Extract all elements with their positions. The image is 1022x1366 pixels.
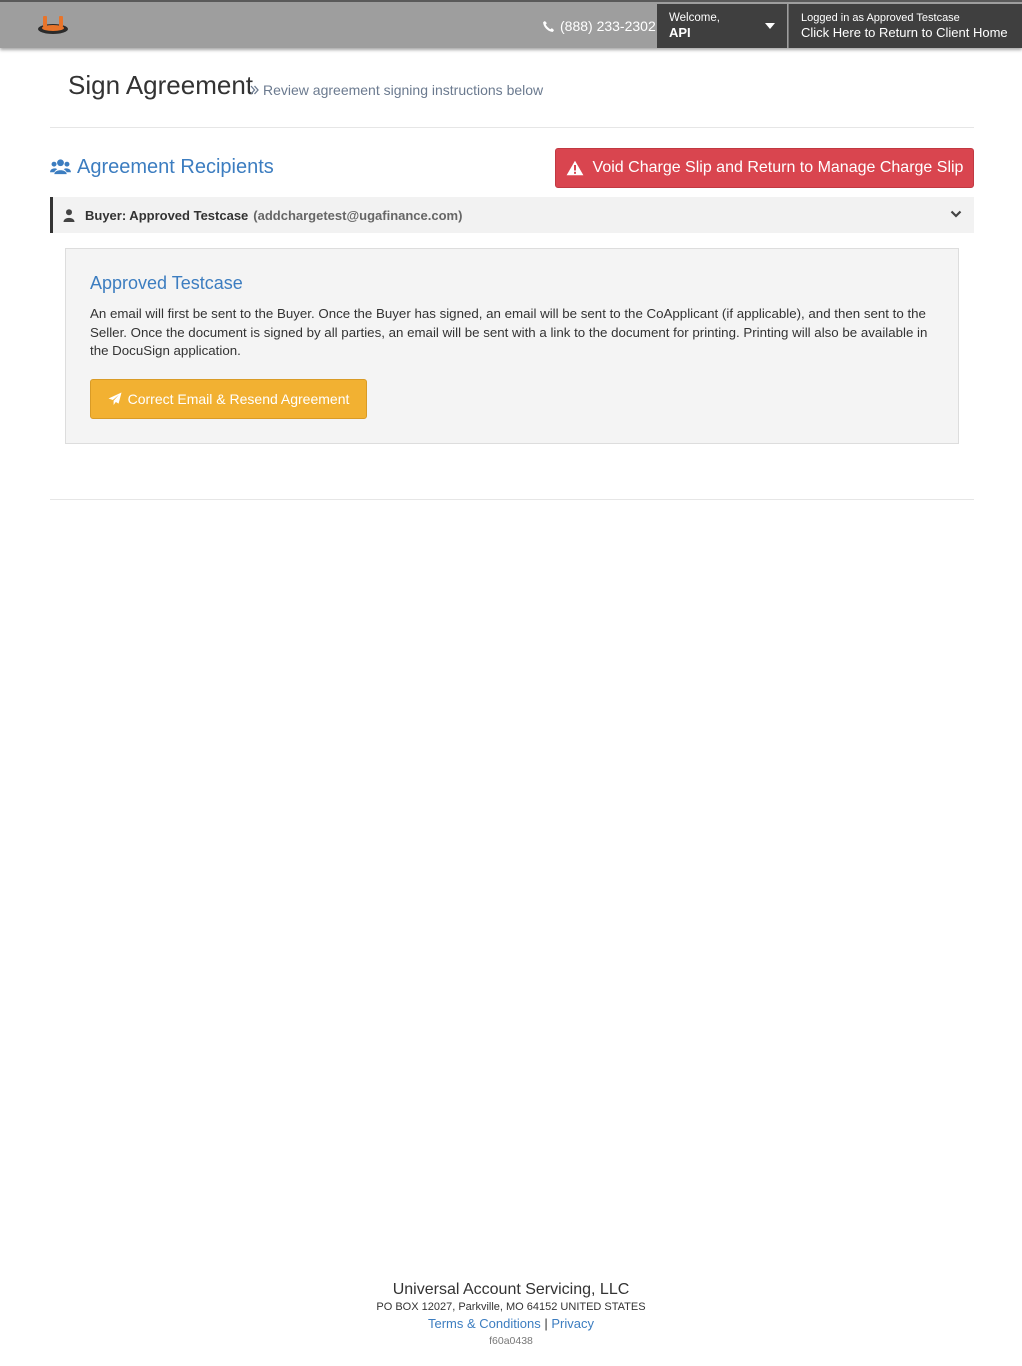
top-navbar: (888) 233-2302 Welcome, API Logged in as… (0, 0, 1022, 48)
recipient-detail-panel: Approved Testcase An email will first be… (65, 248, 959, 444)
correct-email-resend-button[interactable]: Correct Email & Resend Agreement (90, 379, 367, 419)
phone-icon (543, 20, 555, 32)
double-chevron-right-icon (250, 85, 259, 95)
void-charge-slip-button[interactable]: Void Charge Slip and Return to Manage Ch… (555, 148, 974, 188)
paper-plane-icon (108, 392, 122, 405)
recipient-name-heading: Approved Testcase (90, 273, 243, 293)
correct-email-resend-label: Correct Email & Resend Agreement (127, 391, 350, 407)
terms-conditions-link[interactable]: Terms & Conditions (428, 1316, 541, 1331)
void-charge-slip-label: Void Charge Slip and Return to Manage Ch… (592, 159, 964, 176)
footer-address: PO BOX 12027, Parkville, MO 64152 UNITED… (376, 1301, 646, 1313)
user-menu-dropdown[interactable]: Welcome, API (657, 4, 787, 48)
return-to-client-home-text: Click Here to Return to Client Home (801, 25, 1008, 40)
phone-number: (888) 233-2302 (560, 18, 656, 34)
phone-link[interactable]: (888) 233-2302 (542, 16, 656, 36)
page-footer: Universal Account Servicing, LLC PO BOX … (0, 1280, 1022, 1349)
page-subtitle-text: Review agreement signing instructions be… (263, 82, 544, 98)
agreement-recipients-title: Agreement Recipients (77, 156, 274, 178)
content-divider (50, 499, 974, 500)
footer-links: Terms & Conditions | Privacy (0, 1315, 1022, 1333)
privacy-link[interactable]: Privacy (551, 1316, 594, 1331)
page-subtitle: Review agreement signing instructions be… (250, 82, 543, 98)
footer-build-id: f60a0438 (489, 1335, 533, 1347)
footer-link-separator: | (544, 1316, 548, 1331)
footer-company-name: Universal Account Servicing, LLC (392, 1281, 630, 1298)
caret-down-icon (765, 23, 775, 29)
page-title: Sign Agreement (68, 70, 254, 100)
agreement-recipients-heading: Agreement Recipients (50, 156, 274, 179)
return-to-client-home-link[interactable]: Logged in as Approved Testcase Click Her… (788, 4, 1022, 48)
brand-logo-icon[interactable] (36, 12, 70, 36)
warning-icon (566, 160, 583, 176)
user-icon (63, 208, 75, 222)
logged-in-as-label: Logged in as Approved Testcase (801, 12, 960, 24)
header-divider (50, 127, 974, 128)
signing-instructions-text: An email will first be sent to the Buyer… (90, 306, 928, 359)
users-icon (50, 159, 71, 175)
chevron-down-icon[interactable] (950, 209, 962, 219)
buyer-recipient-accordion[interactable]: Buyer: Approved Testcase (addchargetest@… (50, 197, 974, 233)
buyer-email: (addchargetest@ugafinance.com) (253, 207, 463, 223)
buyer-name-label: Buyer: Approved Testcase (85, 207, 249, 223)
